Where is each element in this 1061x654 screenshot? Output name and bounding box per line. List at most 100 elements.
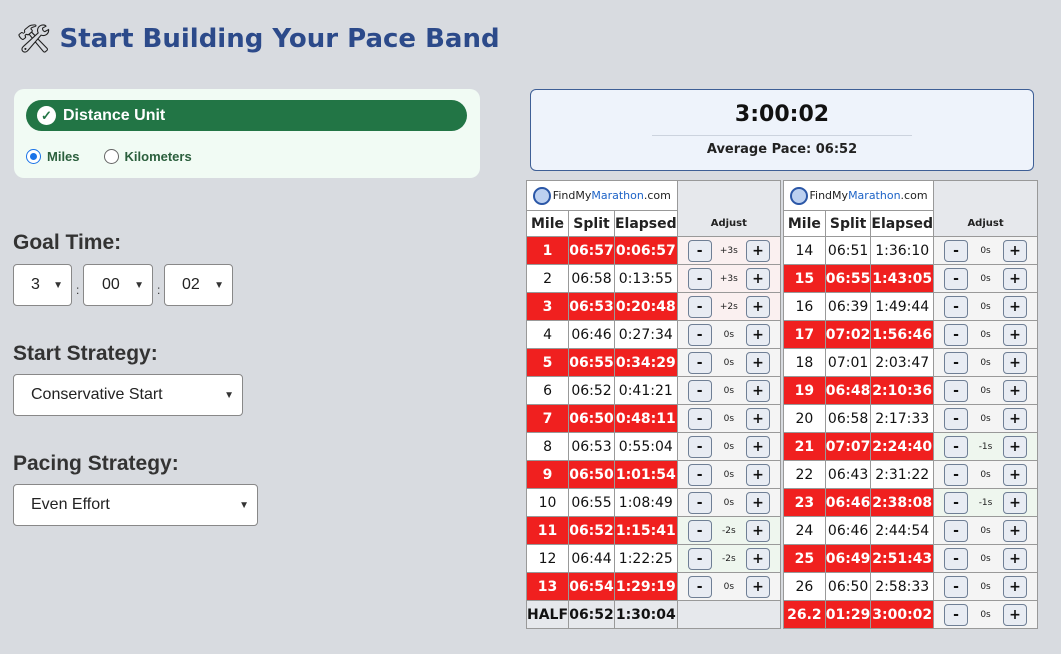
goal-hours-select[interactable]: 3 ▼ xyxy=(13,264,72,306)
elapsed-cell: 0:13:55 xyxy=(613,264,678,293)
increase-button[interactable]: + xyxy=(746,491,770,514)
miles-radio[interactable]: Miles xyxy=(26,149,80,164)
decrease-button[interactable]: - xyxy=(687,323,712,346)
increase-button[interactable]: + xyxy=(1002,239,1027,262)
split-cell: 06:52 xyxy=(568,516,615,545)
increase-button[interactable]: + xyxy=(1002,351,1027,374)
start-strategy-select[interactable]: Conservative Start ▼ xyxy=(13,374,243,416)
decrease-button[interactable]: - xyxy=(687,463,712,486)
kilometers-radio-dot[interactable] xyxy=(103,149,119,164)
decrease-button[interactable]: - xyxy=(687,239,712,262)
elapsed-cell: 2:03:47 xyxy=(870,348,935,377)
increase-button[interactable]: + xyxy=(1002,575,1027,598)
mile-cell: 11 xyxy=(525,516,570,545)
elapsed-cell: 2:31:22 xyxy=(870,460,935,489)
increase-button[interactable]: + xyxy=(1002,547,1027,570)
adjust-cell: -0s + xyxy=(933,600,1038,629)
increase-button[interactable]: + xyxy=(1002,379,1027,402)
elapsed-cell: 2:38:08 xyxy=(870,488,935,517)
increase-button[interactable]: + xyxy=(745,295,770,318)
decrease-button[interactable]: - xyxy=(944,267,969,290)
decrease-button[interactable]: - xyxy=(687,351,712,374)
decrease-button[interactable]: - xyxy=(944,239,969,262)
decrease-button[interactable]: - xyxy=(944,575,969,598)
decrease-button[interactable]: - xyxy=(687,575,712,598)
increase-button[interactable]: + xyxy=(1002,407,1027,430)
pacing-strategy-select[interactable]: Even Effort ▼ xyxy=(13,484,258,526)
split-row: 17 07:02 1:56:46-0s + xyxy=(783,320,1038,349)
decrease-button[interactable]: - xyxy=(944,603,969,626)
logo-text-marathon: Marathon xyxy=(848,189,901,202)
increase-button[interactable]: + xyxy=(1002,463,1027,486)
miles-label: Miles xyxy=(47,149,80,164)
elapsed-cell: 2:17:33 xyxy=(870,404,935,433)
increase-button[interactable]: + xyxy=(746,519,770,542)
adjust-controls: - -1s + xyxy=(934,491,1037,514)
split-row: 23 06:46 2:38:08- -1s + xyxy=(783,488,1038,517)
goal-minutes-value: 00 xyxy=(102,276,120,293)
adjust-cell: -0s + xyxy=(933,460,1038,489)
split-cell: 07:02 xyxy=(824,320,872,349)
decrease-button[interactable]: - xyxy=(687,519,712,542)
page-heading: Start Building Your Pace Band xyxy=(59,24,500,54)
increase-button[interactable]: + xyxy=(1002,267,1027,290)
adjust-offset: 0s xyxy=(723,497,735,508)
goal-seconds-select[interactable]: 02 ▼ xyxy=(164,264,233,306)
decrease-button[interactable]: - xyxy=(687,379,712,402)
increase-button[interactable]: + xyxy=(1002,435,1027,458)
split-row: 6 06:52 0:41:21-0s + xyxy=(525,376,782,405)
increase-button[interactable]: + xyxy=(1002,519,1027,542)
decrease-button[interactable]: - xyxy=(687,407,712,430)
adjust-controls: - -2s + xyxy=(678,519,780,542)
miles-radio-dot[interactable] xyxy=(26,149,41,164)
split-row: 19 06:48 2:10:36-0s + xyxy=(783,376,1038,405)
decrease-button[interactable]: - xyxy=(944,295,969,318)
decrease-button[interactable]: - xyxy=(687,267,712,290)
increase-button[interactable]: + xyxy=(1002,491,1027,514)
decrease-button[interactable]: - xyxy=(944,547,969,570)
increase-button[interactable]: + xyxy=(746,435,770,458)
split-row: 25 06:49 2:51:43-0s + xyxy=(783,544,1038,573)
adjust-offset: 0s xyxy=(980,329,991,340)
decrease-button[interactable]: - xyxy=(944,435,969,458)
mile-cell: 1 xyxy=(525,236,570,265)
increase-button[interactable]: + xyxy=(1002,323,1027,346)
increase-button[interactable]: + xyxy=(1002,295,1027,318)
kilometers-radio[interactable]: Kilometers xyxy=(103,149,192,164)
decrease-button[interactable]: - xyxy=(944,351,969,374)
decrease-button[interactable]: - xyxy=(687,295,712,318)
increase-button[interactable]: + xyxy=(1002,603,1027,626)
elapsed-cell: 2:10:36 xyxy=(870,376,935,405)
adjust-controls: - -1s + xyxy=(934,435,1037,458)
increase-button[interactable]: + xyxy=(746,379,770,402)
decrease-button[interactable]: - xyxy=(944,407,969,430)
decrease-button[interactable]: - xyxy=(687,491,712,514)
goal-seconds-value: 02 xyxy=(182,276,200,293)
split-cell: 06:54 xyxy=(568,572,615,601)
decrease-button[interactable]: - xyxy=(687,547,712,570)
magnifier-icon xyxy=(789,186,808,205)
decrease-button[interactable]: - xyxy=(944,379,969,402)
increase-button[interactable]: + xyxy=(746,323,770,346)
decrease-button[interactable]: - xyxy=(687,435,712,458)
split-row: 2 06:58 0:13:55- +3s + xyxy=(525,264,782,293)
decrease-button[interactable]: - xyxy=(944,463,969,486)
decrease-button[interactable]: - xyxy=(944,491,969,514)
goal-minutes-select[interactable]: 00 ▼ xyxy=(83,264,153,306)
increase-button[interactable]: + xyxy=(746,463,770,486)
increase-button[interactable]: + xyxy=(745,239,770,262)
logo-text-find: Find xyxy=(552,189,576,202)
increase-button[interactable]: + xyxy=(746,547,770,570)
decrease-button[interactable]: - xyxy=(944,323,969,346)
split-row: 24 06:46 2:44:54-0s + xyxy=(783,516,1038,545)
split-cell: 06:58 xyxy=(568,264,615,293)
adjust-offset: 0s xyxy=(980,357,991,368)
findmymarathon-logo: Find My Marathon .com xyxy=(784,186,933,205)
increase-button[interactable]: + xyxy=(746,407,770,430)
increase-button[interactable]: + xyxy=(745,267,770,290)
mile-cell: 21 xyxy=(783,432,826,461)
decrease-button[interactable]: - xyxy=(944,519,969,542)
increase-button[interactable]: + xyxy=(746,351,770,374)
increase-button[interactable]: + xyxy=(746,575,770,598)
elapsed-cell: 0:34:29 xyxy=(613,348,678,377)
